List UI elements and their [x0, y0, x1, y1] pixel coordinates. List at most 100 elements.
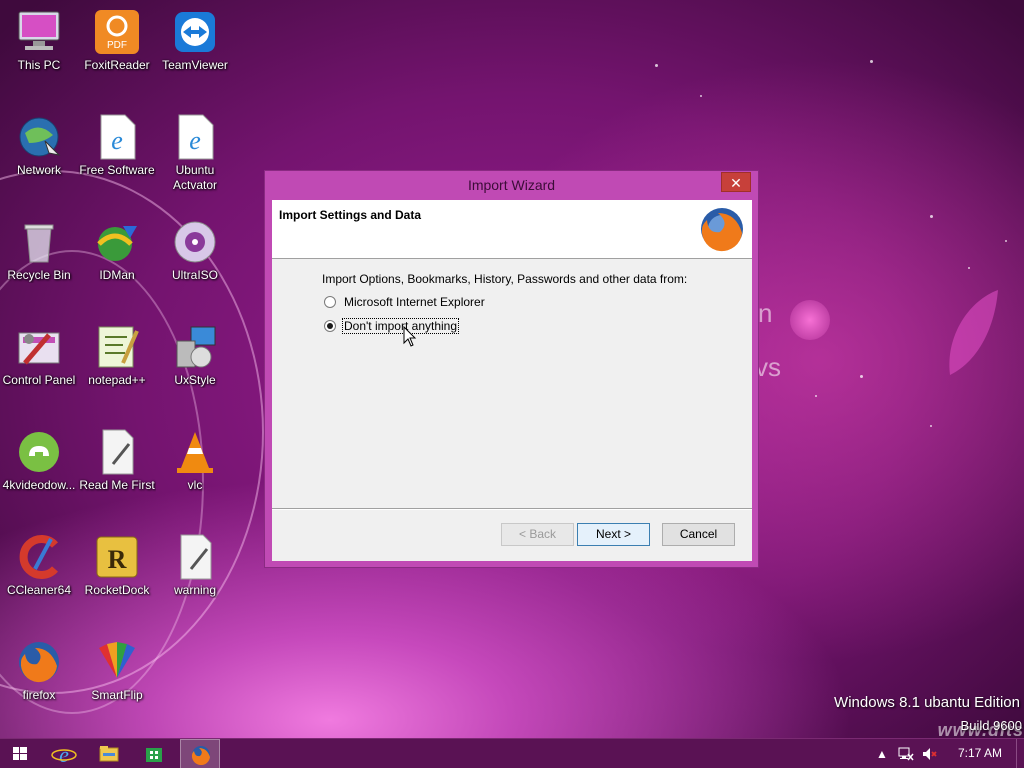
- wizard-client-area: Import Settings and Data Import Options,…: [272, 200, 752, 561]
- svg-text:R: R: [108, 545, 127, 574]
- star-decoration: [870, 60, 873, 63]
- desktop-icon-warning[interactable]: warning: [156, 529, 234, 598]
- start-button[interactable]: [0, 739, 40, 768]
- computer-icon: [15, 8, 63, 56]
- cancel-button[interactable]: Cancel: [662, 523, 735, 546]
- star-decoration: [655, 64, 658, 67]
- desktop-icon-label: This PC: [17, 58, 61, 72]
- disc-icon: [171, 218, 219, 266]
- desktop-icon-vlc[interactable]: vlc: [156, 424, 234, 493]
- desktop-icon-foxitreader[interactable]: PDF FoxitReader: [78, 4, 156, 73]
- import-wizard-window: Import Wizard ✕ Import Settings and Data…: [264, 170, 759, 568]
- desktop-icon-4kvideodownloader[interactable]: 4kvideodow...: [0, 424, 78, 493]
- taskbar-internet-explorer[interactable]: e: [44, 739, 84, 768]
- video-downloader-icon: [15, 428, 63, 476]
- desktop-icon-label: 4kvideodow...: [2, 478, 76, 492]
- taskbar: e ▲ 7:17 AM: [0, 738, 1024, 768]
- svg-text:e: e: [59, 742, 69, 767]
- star-decoration: [1005, 240, 1007, 242]
- radio-button[interactable]: [324, 296, 336, 308]
- recycle-bin-icon: [15, 218, 63, 266]
- desktop-icon-read-me-first[interactable]: Read Me First: [78, 424, 156, 493]
- desktop-icon-label: Ubuntu Actvator: [172, 163, 217, 192]
- smartflip-icon: [93, 638, 141, 686]
- radio-selected-dot: [327, 323, 333, 329]
- start-icon: [13, 747, 27, 760]
- ccleaner-icon: [15, 533, 63, 581]
- taskbar-clock[interactable]: 7:17 AM: [958, 746, 1002, 760]
- desktop-icon-ccleaner[interactable]: CCleaner64: [0, 529, 78, 598]
- internet-explorer-file-icon: e: [93, 113, 141, 161]
- foxit-pdf-icon: PDF: [93, 8, 141, 56]
- glow-decoration: [790, 300, 830, 340]
- firefox-icon: [698, 205, 746, 253]
- show-desktop-button[interactable]: [1016, 739, 1024, 768]
- desktop-icon-label: Control Panel: [2, 373, 76, 387]
- desktop-icon-idman[interactable]: IDMan: [78, 214, 156, 283]
- svg-text:e: e: [111, 126, 123, 155]
- internet-explorer-file-icon: e: [171, 113, 219, 161]
- option-label: Microsoft Internet Explorer: [344, 295, 485, 309]
- desktop-icon-teamviewer[interactable]: TeamViewer: [156, 4, 234, 73]
- star-decoration: [930, 215, 933, 218]
- desktop-icon-label: TeamViewer: [162, 58, 228, 72]
- divider: [272, 508, 752, 510]
- desktop-icon-recycle-bin[interactable]: Recycle Bin: [0, 214, 78, 283]
- desktop-icon-label: Read Me First: [79, 478, 155, 492]
- edition-watermark: Windows 8.1 ubantu Edition: [834, 694, 1020, 711]
- desktop-icon-notepadpp[interactable]: notepad++: [78, 319, 156, 388]
- desktop-icon-label: UxStyle: [174, 373, 216, 387]
- desktop-icon-label: IDMan: [99, 268, 135, 282]
- vlc-cone-icon: [171, 428, 219, 476]
- desktop-icon-firefox[interactable]: firefox: [0, 634, 78, 703]
- desktop-icon-label: SmartFlip: [91, 688, 143, 702]
- close-button[interactable]: ✕: [721, 172, 751, 192]
- taskbar-firefox[interactable]: [180, 739, 220, 768]
- wizard-header: Import Settings and Data: [272, 200, 752, 259]
- star-decoration: [860, 375, 863, 378]
- firefox-icon: [15, 638, 63, 686]
- tray-overflow-icon[interactable]: ▲: [874, 746, 890, 762]
- next-button[interactable]: Next >: [577, 523, 650, 546]
- network-status-icon[interactable]: [898, 746, 914, 762]
- store-icon: [146, 748, 162, 762]
- desktop-icon-free-software[interactable]: e Free Software: [78, 109, 156, 178]
- desktop-icon-control-panel[interactable]: Control Panel: [0, 319, 78, 388]
- teamviewer-icon: [171, 8, 219, 56]
- star-decoration: [968, 267, 970, 269]
- firefox-icon: [191, 746, 210, 766]
- rocketdock-icon: R: [93, 533, 141, 581]
- import-source-prompt: Import Options, Bookmarks, History, Pass…: [322, 272, 688, 286]
- desktop-icon-ubuntu-actvator[interactable]: e Ubuntu Actvator: [156, 109, 234, 193]
- desktop-icon-ultraiso[interactable]: UltraISO: [156, 214, 234, 283]
- volume-muted-icon[interactable]: [921, 746, 937, 762]
- window-title: Import Wizard: [467, 177, 556, 193]
- back-button[interactable]: < Back: [501, 523, 574, 546]
- wallpaper-text-fragment: n: [758, 298, 773, 328]
- desktop-icon-label: Network: [16, 163, 61, 177]
- taskbar-file-explorer[interactable]: [89, 739, 129, 768]
- internet-explorer-icon: e: [51, 742, 77, 767]
- desktop-icon-uxstyle[interactable]: UxStyle: [156, 319, 234, 388]
- desktop-icon-label: CCleaner64: [6, 583, 72, 597]
- text-file-icon: [93, 428, 141, 476]
- svg-text:PDF: PDF: [107, 40, 127, 51]
- desktop-icon-label: RocketDock: [84, 583, 150, 597]
- desktop-icon-network[interactable]: Network: [0, 109, 78, 178]
- desktop-icon-this-pc[interactable]: This PC: [0, 4, 78, 73]
- desktop-icon-smartflip[interactable]: SmartFlip: [78, 634, 156, 703]
- file-explorer-icon: [99, 746, 119, 762]
- radio-button[interactable]: [324, 320, 336, 332]
- star-decoration: [700, 95, 702, 97]
- desktop: n vs This PC Network Recycle Bin Control…: [0, 0, 1024, 768]
- petal-decoration: [949, 290, 998, 375]
- desktop-icon-label: warning: [173, 583, 217, 597]
- desktop-icon-label: notepad++: [88, 373, 146, 387]
- desktop-icon-rocketdock[interactable]: R RocketDock: [78, 529, 156, 598]
- desktop-icon-label: Recycle Bin: [7, 268, 71, 282]
- mouse-cursor-icon: [403, 326, 417, 347]
- desktop-icon-label: vlc: [187, 478, 203, 492]
- taskbar-store[interactable]: [134, 739, 174, 768]
- desktop-icon-label: Free Software: [79, 163, 155, 177]
- text-file-icon: [171, 533, 219, 581]
